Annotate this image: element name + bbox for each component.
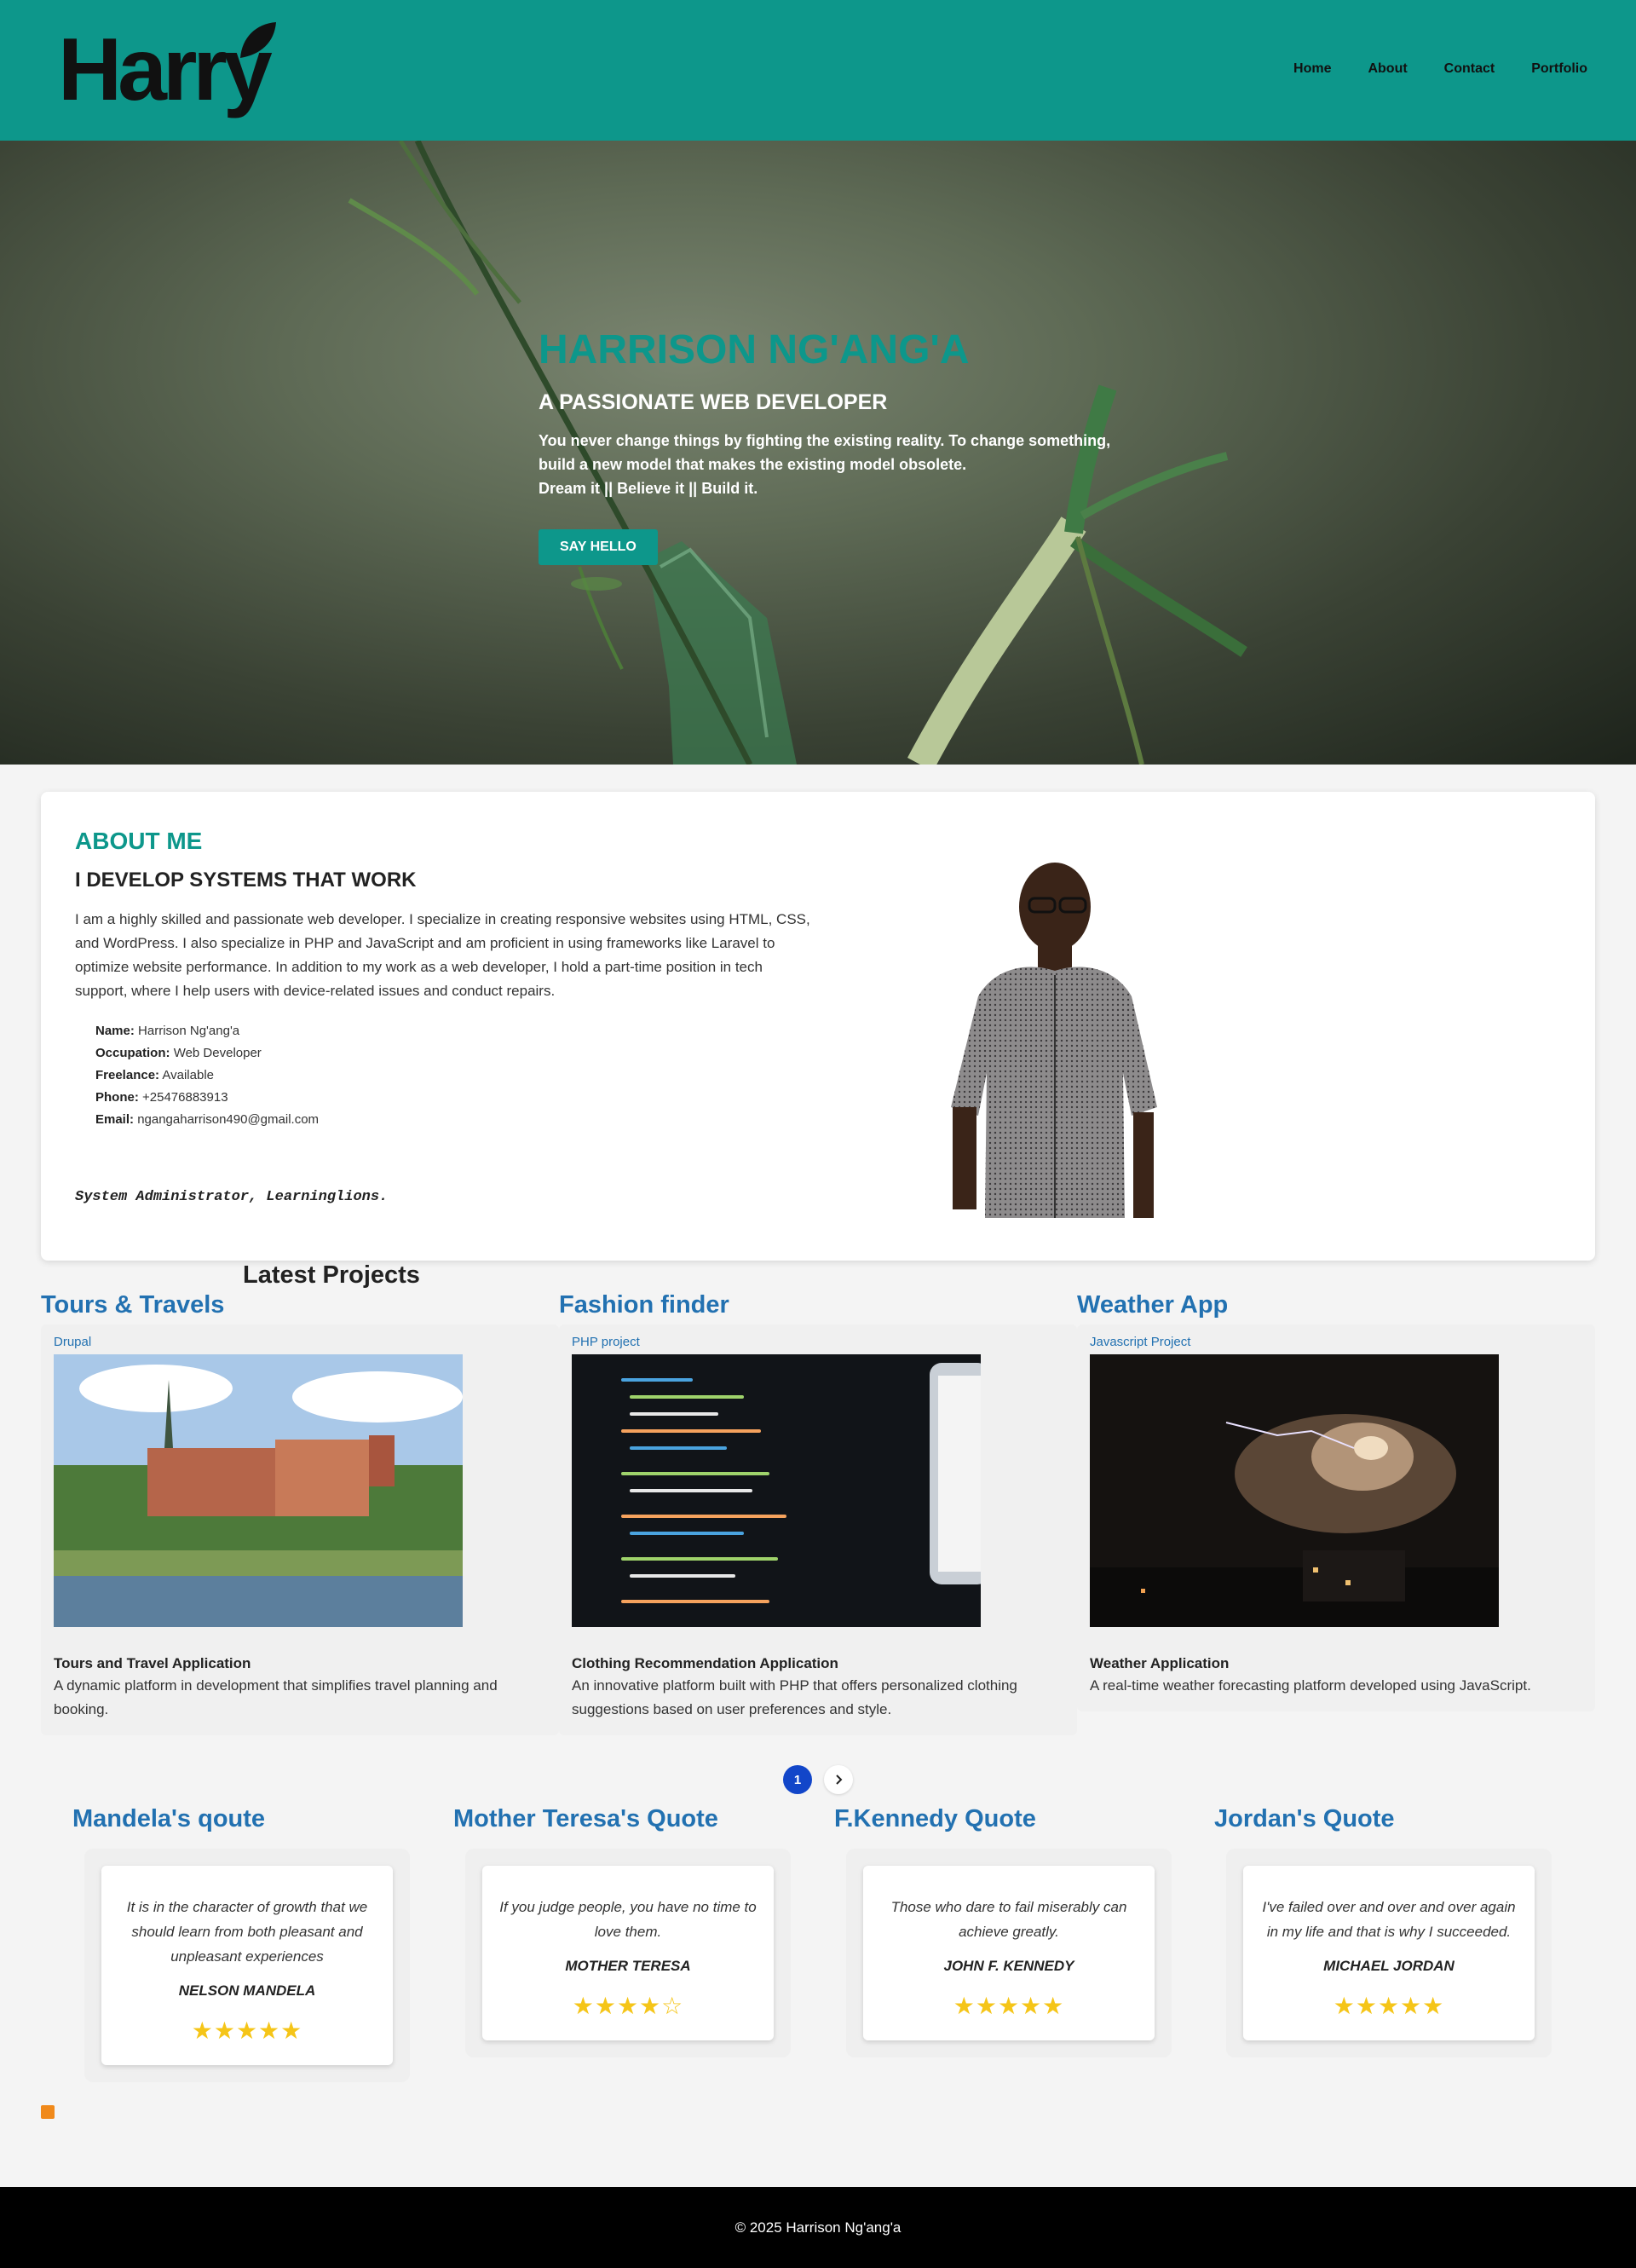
- quote-title: Mandela's qoute: [72, 1805, 266, 1832]
- detail-name: Name: Harrison Ng'ang'a: [95, 1024, 240, 1038]
- quote-block: Jordan's Quote I've failed over and over…: [1214, 1805, 1555, 2057]
- quote-card: If you judge people, you have no time to…: [482, 1866, 774, 2040]
- about-description: I am a highly skilled and passionate web…: [75, 911, 810, 999]
- about-details: Name: Harrison Ng'ang'a Occupation: Web …: [95, 1020, 319, 1131]
- project-heading: Weather Application: [1090, 1655, 1230, 1671]
- quote-title: F.Kennedy Quote: [834, 1805, 1036, 1832]
- detail-email: Email: ngangaharrison490@gmail.com: [95, 1112, 320, 1127]
- quote-card-wrapper: It is in the character of growth that we…: [84, 1849, 410, 2082]
- star-rating: ★★★★★: [191, 2017, 303, 2044]
- quote-block: Mother Teresa's Quote If you judge peopl…: [453, 1805, 794, 2057]
- rss-icon[interactable]: [41, 2105, 55, 2119]
- quote-card: Those who dare to fail miserably can ach…: [863, 1866, 1155, 2040]
- project-title[interactable]: Fashion finder: [559, 1291, 1077, 1319]
- project-card: Tours & Travels Drupal Tours and Travel …: [41, 1291, 559, 1735]
- about-section: ABOUT ME I DEVELOP SYSTEMS THAT WORK I a…: [41, 792, 1595, 1261]
- star-rating: ★★★★★: [1333, 1993, 1445, 2019]
- site-header: Harry Home About Contact Portfolio: [0, 0, 1636, 141]
- quote-author: MICHAEL JORDAN: [1323, 1958, 1455, 1974]
- project-card: Weather App Javascript Project Weather A…: [1077, 1291, 1595, 1711]
- project-description: A dynamic platform in development that s…: [54, 1677, 498, 1717]
- quote-author: JOHN F. KENNEDY: [943, 1958, 1074, 1974]
- nav-portfolio[interactable]: Portfolio: [1531, 61, 1587, 77]
- project-heading: Tours and Travel Application: [54, 1655, 251, 1671]
- quote-title: Jordan's Quote: [1214, 1805, 1395, 1832]
- quote-author: NELSON MANDELA: [178, 1982, 316, 1999]
- about-subtitle: I DEVELOP SYSTEMS THAT WORK: [75, 869, 417, 892]
- project-category[interactable]: Drupal: [54, 1335, 546, 1349]
- hero-quote-line: Dream it || Believe it || Build it.: [539, 480, 758, 497]
- quote-block: Mandela's qoute It is in the character o…: [72, 1805, 413, 2082]
- quote-text: It is in the character of growth that we…: [126, 1899, 368, 1965]
- quote-block: F.Kennedy Quote Those who dare to fail m…: [834, 1805, 1175, 2057]
- project-body: PHP project Clothing Recommendation Appl…: [559, 1324, 1077, 1735]
- project-title[interactable]: Tours & Travels: [41, 1291, 559, 1319]
- quote-text: I've failed over and over and over again…: [1262, 1899, 1516, 1940]
- project-heading: Clothing Recommendation Application: [572, 1655, 838, 1671]
- hero-quote-line: build a new model that makes the existin…: [539, 456, 967, 473]
- about-role-line: System Administrator, Learninglions.: [75, 1189, 389, 1205]
- chevron-right-icon[interactable]: [824, 1765, 853, 1794]
- about-title: ABOUT ME: [75, 828, 203, 854]
- hero-name: HARRISON NG'ANG'A: [539, 327, 970, 372]
- main-nav: Home About Contact Portfolio: [1257, 61, 1587, 77]
- star-rating: ★★★★★: [953, 1993, 1065, 2019]
- quote-card-wrapper: I've failed over and over and over again…: [1226, 1849, 1552, 2057]
- project-category[interactable]: PHP project: [572, 1335, 1064, 1349]
- project-image-storm[interactable]: [1090, 1354, 1499, 1627]
- project-image-travel[interactable]: [54, 1354, 463, 1627]
- project-body: Javascript Project Weather Application A…: [1077, 1324, 1595, 1711]
- project-body: Drupal Tours and Travel Application A dy…: [41, 1324, 559, 1735]
- quote-card: I've failed over and over and over again…: [1243, 1866, 1535, 2040]
- project-image-code[interactable]: [572, 1354, 989, 1627]
- hero-role: A PASSIONATE WEB DEVELOPER: [539, 390, 888, 414]
- project-description: An innovative platform built with PHP th…: [572, 1677, 1017, 1717]
- site-logo[interactable]: Harry: [58, 19, 279, 121]
- detail-occupation: Occupation: Web Developer: [95, 1046, 262, 1060]
- profile-photo: [951, 863, 1157, 1218]
- leaf-icon: [240, 22, 276, 58]
- project-description: A real-time weather forecasting platform…: [1090, 1677, 1531, 1694]
- hero-quote-line: You never change things by fighting the …: [539, 432, 1111, 449]
- quote-text: If you judge people, you have no time to…: [499, 1899, 757, 1940]
- quote-text: Those who dare to fail miserably can ach…: [890, 1899, 1127, 1940]
- pagination: 1: [783, 1765, 853, 1794]
- projects-title: Latest Projects: [243, 1261, 420, 1289]
- quote-card: It is in the character of growth that we…: [101, 1866, 393, 2065]
- quote-card-wrapper: Those who dare to fail miserably can ach…: [846, 1849, 1172, 2057]
- project-card: Fashion finder PHP project Clothing Reco…: [559, 1291, 1077, 1735]
- nav-about[interactable]: About: [1368, 61, 1407, 77]
- say-hello-button[interactable]: SAY HELLO: [539, 529, 658, 565]
- copyright-text: © 2025 Harrison Ng'ang'a: [734, 2219, 902, 2236]
- detail-freelance: Freelance: Available: [95, 1068, 214, 1082]
- site-footer: © 2025 Harrison Ng'ang'a: [0, 2187, 1636, 2268]
- quote-title: Mother Teresa's Quote: [453, 1805, 718, 1832]
- nav-contact[interactable]: Contact: [1444, 61, 1495, 77]
- project-title[interactable]: Weather App: [1077, 1291, 1595, 1319]
- hero-content: HARRISON NG'ANG'A A PASSIONATE WEB DEVEL…: [539, 326, 1135, 565]
- project-category[interactable]: Javascript Project: [1090, 1335, 1582, 1349]
- detail-phone: Phone: +25476883913: [95, 1090, 228, 1105]
- hero-quote: You never change things by fighting the …: [539, 429, 1135, 500]
- quote-card-wrapper: If you judge people, you have no time to…: [465, 1849, 791, 2057]
- hero-section: HARRISON NG'ANG'A A PASSIONATE WEB DEVEL…: [0, 141, 1636, 765]
- quote-author: MOTHER TERESA: [565, 1958, 691, 1974]
- nav-home[interactable]: Home: [1293, 61, 1331, 77]
- page-1-button[interactable]: 1: [783, 1765, 812, 1794]
- star-rating: ★★★★☆: [572, 1993, 684, 2019]
